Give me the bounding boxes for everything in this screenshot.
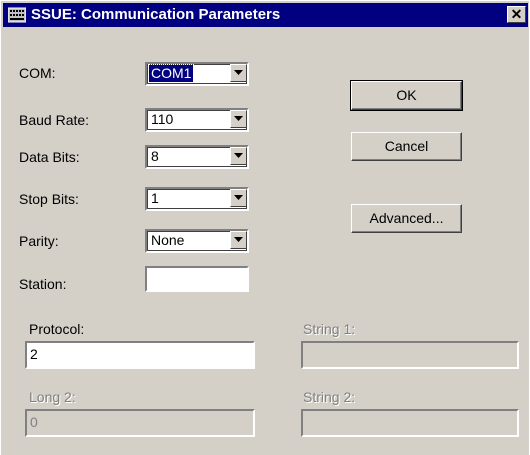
parity-label: Parity: <box>19 233 59 249</box>
com-label: COM: <box>19 65 56 81</box>
com-dropdown-button[interactable] <box>230 64 247 82</box>
stop-bits-value: 1 <box>151 190 159 206</box>
chevron-down-icon <box>234 237 243 242</box>
parity-value: None <box>151 232 185 248</box>
data-bits-value: 8 <box>151 148 159 164</box>
baud-rate-label: Baud Rate: <box>19 112 90 128</box>
cancel-button[interactable]: Cancel <box>351 132 462 161</box>
advanced-button[interactable]: Advanced... <box>351 204 462 233</box>
baud-rate-select[interactable]: 110 <box>145 108 249 132</box>
chevron-down-icon <box>234 195 243 200</box>
com-value: COM1 <box>147 64 195 83</box>
ok-button[interactable]: OK <box>350 80 463 111</box>
title-bar[interactable]: SSUE: Communication Parameters ✕ <box>3 3 528 27</box>
stop-bits-dropdown-button[interactable] <box>230 189 247 207</box>
stop-bits-label: Stop Bits: <box>19 191 79 207</box>
data-bits-label: Data Bits: <box>19 149 80 165</box>
data-bits-select[interactable]: 8 <box>145 145 249 169</box>
chevron-down-icon <box>234 116 243 121</box>
close-button[interactable]: ✕ <box>507 6 526 23</box>
long2-label: Long 2: <box>29 389 76 405</box>
chevron-down-icon <box>234 70 243 75</box>
baud-rate-dropdown-button[interactable] <box>230 110 247 128</box>
com-select[interactable]: COM1 <box>145 62 249 86</box>
string2-label: String 2: <box>303 389 356 405</box>
station-label: Station: <box>19 276 67 292</box>
chevron-down-icon <box>234 153 243 158</box>
protocol-input[interactable]: 2 <box>25 341 255 369</box>
station-input[interactable] <box>145 266 249 292</box>
parity-dropdown-button[interactable] <box>230 231 247 249</box>
data-bits-dropdown-button[interactable] <box>230 147 247 165</box>
close-icon: ✕ <box>510 6 523 22</box>
string1-input <box>301 341 519 369</box>
window-title: SSUE: Communication Parameters <box>31 6 281 23</box>
string2-input <box>301 409 519 437</box>
stop-bits-select[interactable]: 1 <box>145 187 249 211</box>
baud-rate-value: 110 <box>151 111 174 127</box>
communication-parameters-dialog: SSUE: Communication Parameters ✕ COM: CO… <box>0 0 529 455</box>
keyboard-app-icon <box>7 7 27 28</box>
string1-label: String 1: <box>303 321 356 337</box>
protocol-label: Protocol: <box>29 321 85 337</box>
parity-select[interactable]: None <box>145 229 249 253</box>
long2-input: 0 <box>25 409 255 437</box>
